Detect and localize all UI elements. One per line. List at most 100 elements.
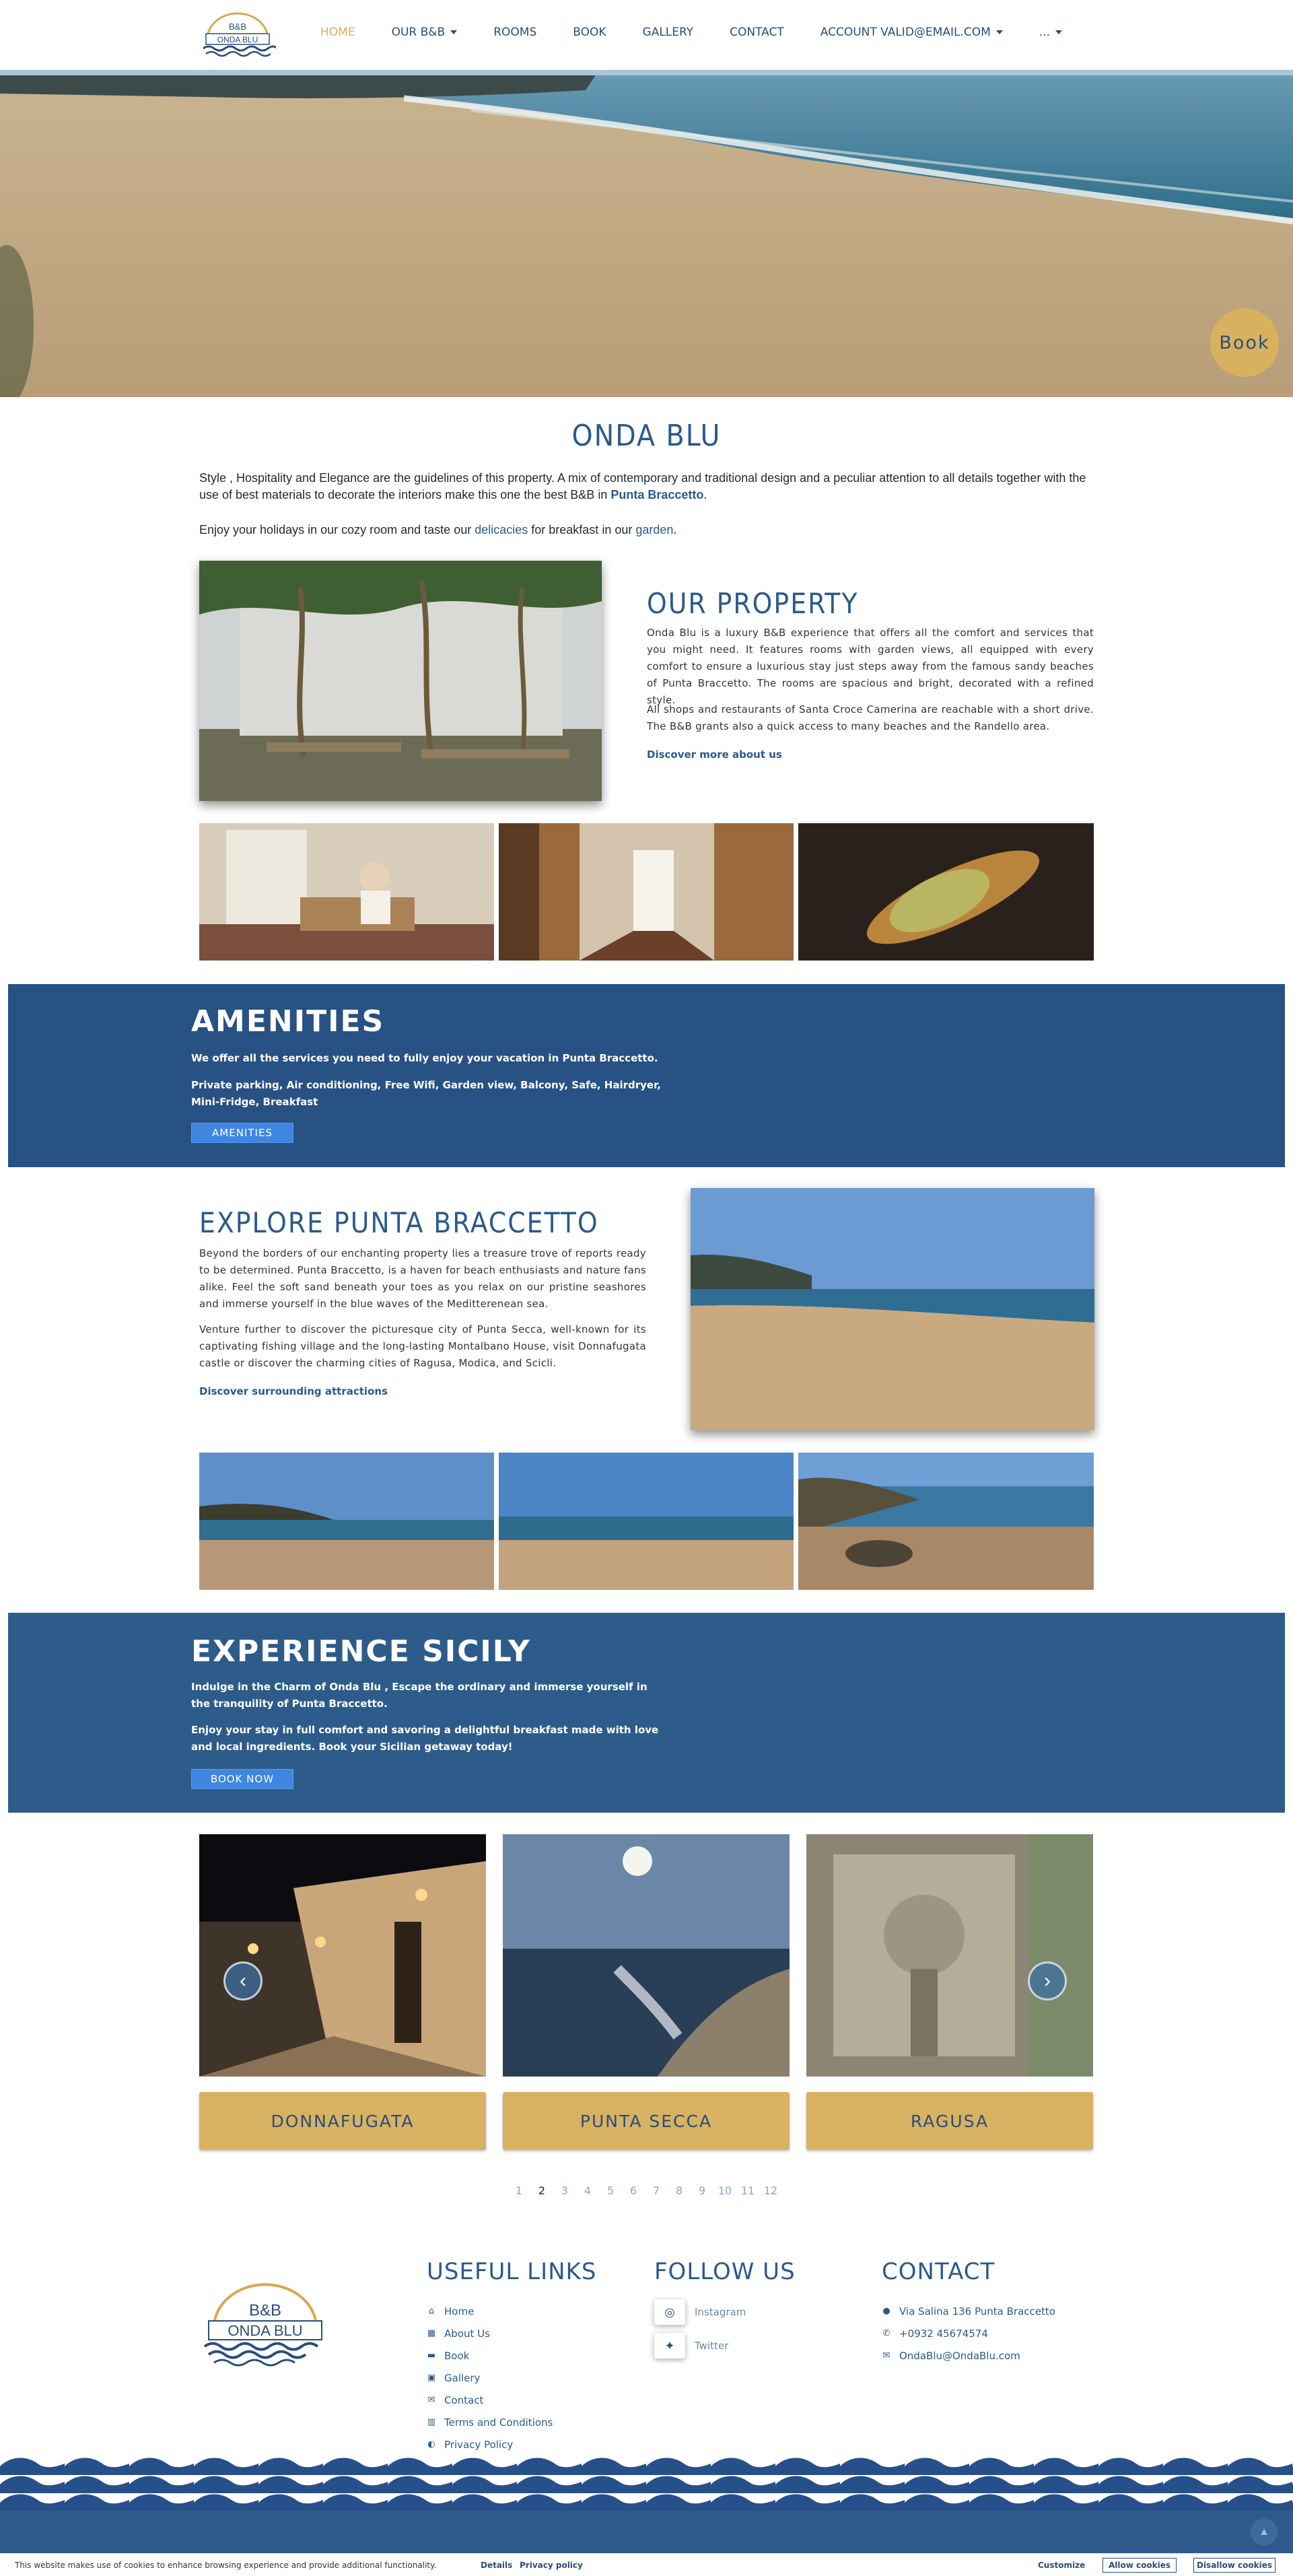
experience-paragraph-2: Enjoy your stay in full comfort and savo…	[191, 1724, 659, 1753]
chevron-up-icon: ▲	[1259, 2526, 1269, 2538]
image-icon: ▣	[427, 2373, 436, 2383]
footer-address-text: Via Salina 136 Punta Braccetto	[899, 2305, 1055, 2318]
contact-title: CONTACT	[882, 2258, 995, 2285]
hallway-photo	[499, 823, 794, 961]
footer-link-book-label: Book	[444, 2350, 470, 2362]
nav-account[interactable]: ACCOUNT VALID@EMAIL.COM	[820, 26, 1003, 39]
cannolo-photo	[798, 823, 1094, 961]
book-floating-button[interactable]: Book	[1210, 308, 1279, 377]
footer-link-privacy[interactable]: ◐ Privacy Policy	[427, 2439, 513, 2451]
page-2[interactable]: 2	[530, 2184, 553, 2197]
intro-p2-end: .	[673, 523, 677, 536]
book-open-icon: ▥	[427, 2417, 436, 2427]
dining-room-photo	[199, 823, 494, 961]
card-punta-secca[interactable]: PUNTA SECCA	[503, 2092, 790, 2150]
instagram-link[interactable]: ◎ Instagram	[654, 2299, 746, 2325]
punta-braccetto-beach-image	[691, 1188, 1094, 1430]
onda-blu-logo[interactable]: B&B ONDA BLU	[199, 8, 276, 62]
intro-p1-end: .	[703, 488, 707, 501]
carousel-pagination: 1 2 3 4 5 6 7 8 9 10 11 12	[508, 2184, 782, 2197]
footer-link-terms[interactable]: ▥ Terms and Conditions	[427, 2416, 553, 2429]
shield-icon: ◐	[427, 2439, 435, 2449]
property-paragraph-2: All shops and restaurants of Santa Croce…	[647, 703, 1094, 732]
footer-address: ● Via Salina 136 Punta Braccetto	[882, 2305, 1055, 2318]
page-7[interactable]: 7	[645, 2184, 668, 2197]
instagram-icon: ◎	[654, 2299, 685, 2325]
nav-home[interactable]: HOME	[320, 26, 355, 39]
explore-paragraph-1: Beyond the borders of our enchanting pro…	[199, 1247, 646, 1310]
page-12[interactable]: 12	[759, 2184, 782, 2197]
follow-us-title: FOLLOW US	[654, 2258, 796, 2285]
footer-link-about[interactable]: ▦ About Us	[427, 2328, 490, 2340]
bed-icon: ▬	[427, 2351, 436, 2361]
hero-beach-image	[0, 70, 1293, 397]
carousel-prev-button[interactable]: ‹	[223, 1961, 263, 2000]
discover-attractions-link[interactable]: Discover surrounding attractions	[199, 1385, 388, 1397]
nav-rooms[interactable]: ROOMS	[493, 26, 536, 39]
footer-wave-pattern	[0, 2457, 1293, 2512]
footer-link-home[interactable]: ⌂ Home	[427, 2305, 474, 2318]
footer-link-gallery[interactable]: ▣ Gallery	[427, 2372, 481, 2384]
page-4[interactable]: 4	[576, 2184, 599, 2197]
card-donnafugata[interactable]: DONNAFUGATA	[199, 2092, 486, 2150]
book-now-button[interactable]: BOOK NOW	[191, 1769, 293, 1789]
nav-gallery[interactable]: GALLERY	[643, 26, 694, 39]
footer-link-book[interactable]: ▬ Book	[427, 2350, 470, 2362]
page-5[interactable]: 5	[599, 2184, 622, 2197]
nav-more-label: ...	[1039, 26, 1050, 39]
carousel-next-button[interactable]: ›	[1028, 1961, 1067, 2000]
page-9[interactable]: 9	[691, 2184, 713, 2197]
scroll-to-top-button[interactable]: ▲	[1251, 2519, 1278, 2546]
chevron-down-icon	[995, 30, 1003, 34]
footer-link-contact[interactable]: ✉ Contact	[427, 2394, 484, 2406]
svg-text:ONDA BLU: ONDA BLU	[217, 35, 258, 44]
cookie-privacy-link[interactable]: Privacy policy	[520, 2561, 583, 2570]
beach-photo-2	[499, 1453, 794, 1590]
experience-section: EXPERIENCE SICILY Indulge in the Charm o…	[8, 1613, 1285, 1813]
page-1[interactable]: 1	[508, 2184, 530, 2197]
amenities-button[interactable]: AMENITIES	[191, 1123, 293, 1143]
page-11[interactable]: 11	[736, 2184, 759, 2197]
donnafugata-image[interactable]	[199, 1834, 486, 2077]
amenities-section: AMENITIES We offer all the services you …	[8, 984, 1285, 1167]
nav-our-bb[interactable]: OUR B&B	[392, 26, 458, 39]
instagram-label: Instagram	[695, 2306, 746, 2318]
nav-book[interactable]: BOOK	[573, 26, 606, 39]
allow-cookies-button[interactable]: Allow cookies	[1103, 2558, 1177, 2573]
delicacies-link[interactable]: delicacies	[475, 523, 528, 536]
page-10[interactable]: 10	[713, 2184, 736, 2197]
footer-logo[interactable]: B&B ONDA BLU	[199, 2281, 331, 2369]
amenities-title: AMENITIES	[191, 1004, 385, 1039]
envelope-icon: ✉	[882, 2351, 890, 2361]
page-8[interactable]: 8	[668, 2184, 691, 2197]
beach-photo-1	[199, 1453, 494, 1590]
card-ragusa[interactable]: RAGUSA	[806, 2092, 1093, 2150]
beach-photo-3	[798, 1453, 1094, 1590]
footer-phone[interactable]: ✆ +0932 45674574	[882, 2328, 988, 2340]
page-6[interactable]: 6	[622, 2184, 645, 2197]
discover-more-link[interactable]: Discover more about us	[647, 749, 782, 761]
page-3[interactable]: 3	[553, 2184, 576, 2197]
punta-secca-image[interactable]	[503, 1834, 790, 2077]
footer-link-gallery-label: Gallery	[444, 2372, 481, 2384]
twitter-label: Twitter	[695, 2340, 729, 2352]
useful-links-title: USEFUL LINKS	[427, 2258, 597, 2285]
cookie-details-link[interactable]: Details	[481, 2561, 512, 2570]
intro-paragraph-2: Enjoy your holidays in our cozy room and…	[199, 522, 1094, 538]
nav-contact[interactable]: CONTACT	[730, 26, 784, 39]
cookie-customize-link[interactable]: Customize	[1038, 2561, 1085, 2570]
nav-more[interactable]: ...	[1039, 26, 1062, 39]
footer-link-contact-label: Contact	[444, 2394, 484, 2406]
footer-link-home-label: Home	[444, 2305, 475, 2318]
footer-link-about-label: About Us	[444, 2328, 490, 2340]
experience-paragraph-1: Indulge in the Charm of Onda Blu , Escap…	[191, 1681, 648, 1710]
footer-email[interactable]: ✉ OndaBlu@OndaBlu.com	[882, 2350, 1020, 2362]
punta-braccetto-link[interactable]: Punta Braccetto	[610, 488, 703, 501]
top-navbar: B&B ONDA BLU HOME OUR B&B ROOMS BOOK GAL…	[0, 0, 1293, 70]
footer-phone-text: +0932 45674574	[899, 2328, 988, 2340]
experience-title: EXPERIENCE SICILY	[191, 1634, 531, 1669]
disallow-cookies-button[interactable]: Disallow cookies	[1193, 2558, 1275, 2573]
garden-link[interactable]: garden	[635, 523, 673, 536]
twitter-link[interactable]: ✦ Twitter	[654, 2333, 728, 2359]
ragusa-image[interactable]	[806, 1834, 1093, 2077]
